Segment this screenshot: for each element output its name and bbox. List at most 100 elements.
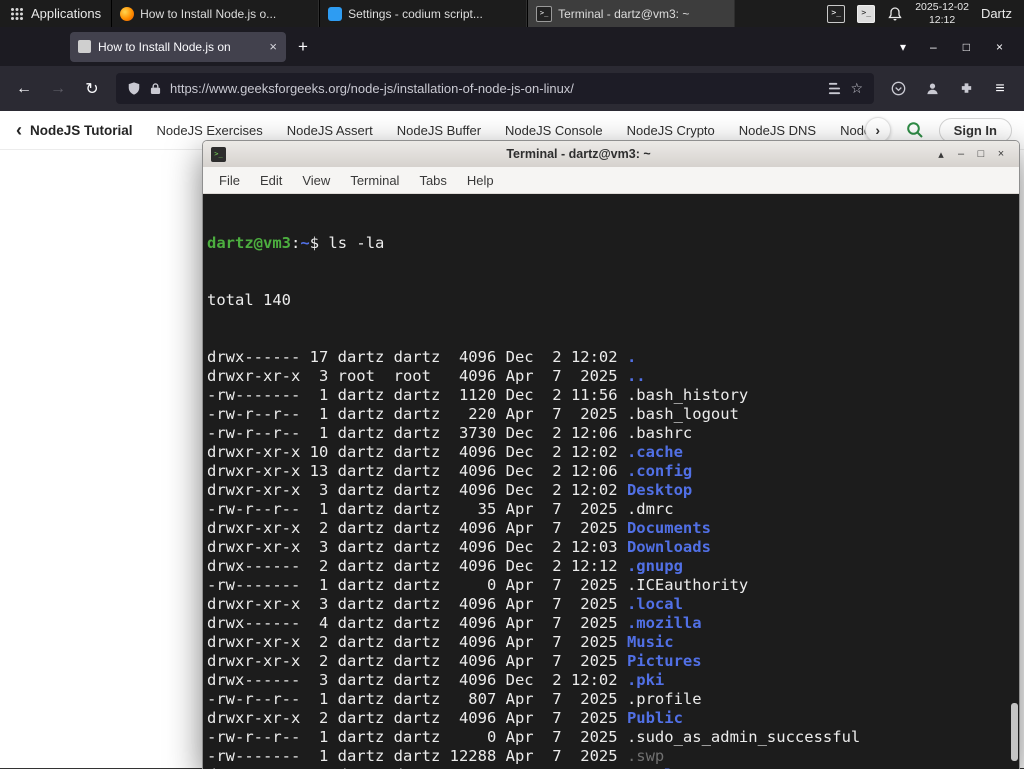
file-name: .profile [626, 690, 702, 708]
back-button[interactable]: ← [8, 74, 40, 104]
shield-icon[interactable] [127, 81, 141, 96]
file-name: .pki [626, 671, 665, 689]
terminal-line: -rw-r--r-- 1 dartz dartz 3730 Dec 2 12:0… [207, 424, 693, 442]
taskbar: How to Install Node.js o... Settings - c… [111, 0, 736, 27]
terminal-menu-edit[interactable]: Edit [250, 173, 292, 188]
terminal-window: >_ Terminal - dartz@vm3: ~ ▴ – □ × File E… [202, 140, 1020, 769]
terminal-line: -rw------- 1 dartz dartz 1120 Dec 2 11:5… [207, 386, 749, 404]
tray-terminal-icon[interactable]: >_ [827, 4, 846, 23]
browser-tab-bar: How to Install Node.js on × + ▾ – □ × [0, 27, 1024, 66]
file-name: .gnupg [626, 557, 683, 575]
site-nav-link[interactable]: NodeJS Crypto [627, 123, 715, 138]
terminal-shade-button[interactable]: ▴ [931, 148, 951, 161]
terminal-close-button[interactable]: × [991, 148, 1011, 160]
terminal-maximize-button[interactable]: □ [971, 148, 991, 160]
terminal-line: drwxr-xr-x 2 dartz dartz 4096 Apr 7 2025… [207, 709, 683, 727]
account-icon[interactable] [916, 74, 948, 104]
prompt-colon: : [291, 234, 301, 252]
site-search-icon[interactable] [906, 121, 924, 139]
site-nav-link[interactable]: NodeJS Console [505, 123, 603, 138]
terminal-minimize-button[interactable]: – [951, 148, 971, 160]
reader-view-icon[interactable] [828, 82, 841, 95]
terminal-menu-tabs[interactable]: Tabs [409, 173, 456, 188]
terminal-listing: drwx------ 17 dartz dartz 4096 Dec 2 12:… [207, 348, 1009, 769]
pocket-icon[interactable] [882, 74, 914, 104]
window-close-button[interactable]: × [983, 40, 1016, 54]
site-nav-link[interactable]: NodeJS Assert [287, 123, 373, 138]
tab-close-button[interactable]: × [268, 39, 278, 54]
file-name: .bash_history [626, 386, 749, 404]
terminal-menu-file[interactable]: File [209, 173, 250, 188]
site-nav-primary-link[interactable]: NodeJS Tutorial [30, 123, 133, 138]
terminal-titlebar[interactable]: >_ Terminal - dartz@vm3: ~ ▴ – □ × [203, 141, 1019, 167]
top-panel: Applications How to Install Node.js o...… [0, 0, 1024, 27]
taskbar-title-firefox: How to Install Node.js o... [140, 6, 277, 21]
window-maximize-button[interactable]: □ [950, 40, 983, 54]
file-name: Music [626, 633, 674, 651]
file-name: .dmrc [626, 500, 674, 518]
terminal-menu-view[interactable]: View [292, 173, 340, 188]
url-text[interactable]: https://www.geeksforgeeks.org/node-js/in… [170, 81, 819, 96]
tray-window-icon[interactable]: >_ [857, 4, 876, 23]
list-all-tabs-button[interactable]: ▾ [889, 40, 917, 54]
window-minimize-button[interactable]: – [917, 40, 950, 54]
terminal-line: -rw------- 1 dartz dartz 12288 Apr 7 202… [207, 747, 665, 765]
file-name: .bashrc [626, 424, 693, 442]
terminal-line: drwx------ 2 dartz dartz 4096 Dec 2 12:1… [207, 557, 683, 575]
menu-hamburger-icon[interactable]: ≡ [984, 74, 1016, 104]
taskbar-window-firefox[interactable]: How to Install Node.js o... [111, 0, 320, 27]
lock-icon[interactable] [150, 82, 161, 95]
panel-clock[interactable]: 2025-12-02 12:12 [915, 1, 969, 26]
terminal-menu-terminal[interactable]: Terminal [340, 173, 409, 188]
prompt-user: dartz@vm3 [207, 234, 291, 252]
clock-date: 2025-12-02 [915, 0, 969, 13]
bookmark-star-icon[interactable]: ☆ [850, 80, 863, 97]
site-nav-items: NodeJS Exercises NodeJS Assert NodeJS Buff… [145, 123, 883, 138]
terminal-line: drwxr-xr-x 3 dartz dartz 4096 Dec 2 12:0… [207, 481, 693, 499]
codium-icon [328, 6, 343, 21]
file-name: .config [626, 462, 693, 480]
terminal-output[interactable]: dartz@vm3:~$ ls -la total 140 drwx------… [203, 194, 1019, 769]
system-tray: >_ >_ 2025-12-02 12:12 Dartz [817, 0, 1024, 27]
terminal-line: drwxr-xr-x 13 dartz dartz 4096 Dec 2 12:… [207, 462, 693, 480]
nav-scroll-left-icon[interactable]: ‹ [12, 120, 26, 141]
extensions-icon[interactable] [950, 74, 982, 104]
terminal-line: drwxr-xr-x 2 dartz dartz 4096 Apr 7 2025… [207, 652, 702, 670]
prompt-dollar: $ [309, 234, 320, 252]
applications-menu-button[interactable]: Applications [0, 0, 111, 27]
file-name: Pictures [626, 652, 702, 670]
forward-button[interactable]: → [42, 74, 74, 104]
terminal-line: drwxr-xr-x 3 dartz dartz 4096 Apr 7 2025… [207, 595, 683, 613]
terminal-line: drwx------ 3 dartz dartz 4096 Dec 2 12:0… [207, 671, 665, 689]
applications-label: Applications [31, 6, 102, 21]
site-nav-link[interactable]: NodeJS Exercises [157, 123, 263, 138]
url-bar[interactable]: https://www.geeksforgeeks.org/node-js/in… [116, 73, 874, 104]
notifications-bell-icon[interactable] [887, 6, 903, 22]
terminal-menu-help[interactable]: Help [457, 173, 504, 188]
terminal-total-line: total 140 [207, 291, 291, 309]
firefox-icon [120, 6, 135, 21]
tab-title: How to Install Node.js on [98, 39, 231, 54]
new-tab-button[interactable]: + [298, 37, 308, 57]
applications-grid-icon [11, 7, 23, 20]
taskbar-title-terminal: Terminal - dartz@vm3: ~ [558, 6, 690, 21]
file-name: .. [626, 367, 646, 385]
scrollbar-thumb[interactable] [1011, 703, 1018, 761]
terminal-scrollbar[interactable] [1010, 196, 1018, 767]
taskbar-title-settings: Settings - codium script... [348, 6, 483, 21]
terminal-line: -rw-r--r-- 1 dartz dartz 220 Apr 7 2025 … [207, 405, 739, 423]
site-nav-link[interactable]: NodeJS Buffer [397, 123, 481, 138]
terminal-menubar: File Edit View Terminal Tabs Help [203, 167, 1019, 194]
prompt-path: ~ [300, 234, 310, 252]
file-name: Downloads [626, 538, 711, 556]
browser-tab[interactable]: How to Install Node.js on × [70, 31, 286, 62]
file-name: Public [626, 709, 683, 727]
taskbar-window-settings[interactable]: Settings - codium script... [319, 0, 528, 27]
taskbar-window-terminal[interactable]: >_ Terminal - dartz@vm3: ~ [527, 0, 736, 27]
reload-button[interactable]: ↻ [76, 74, 108, 104]
sign-in-button[interactable]: Sign In [938, 117, 1012, 143]
terminal-line: drwxr-xr-x 3 dartz dartz 4096 Dec 2 12:0… [207, 538, 711, 556]
site-nav-link[interactable]: NodeJS DNS [739, 123, 816, 138]
terminal-line: drwx------ 17 dartz dartz 4096 Dec 2 12:… [207, 348, 637, 366]
file-name: . [626, 348, 637, 366]
